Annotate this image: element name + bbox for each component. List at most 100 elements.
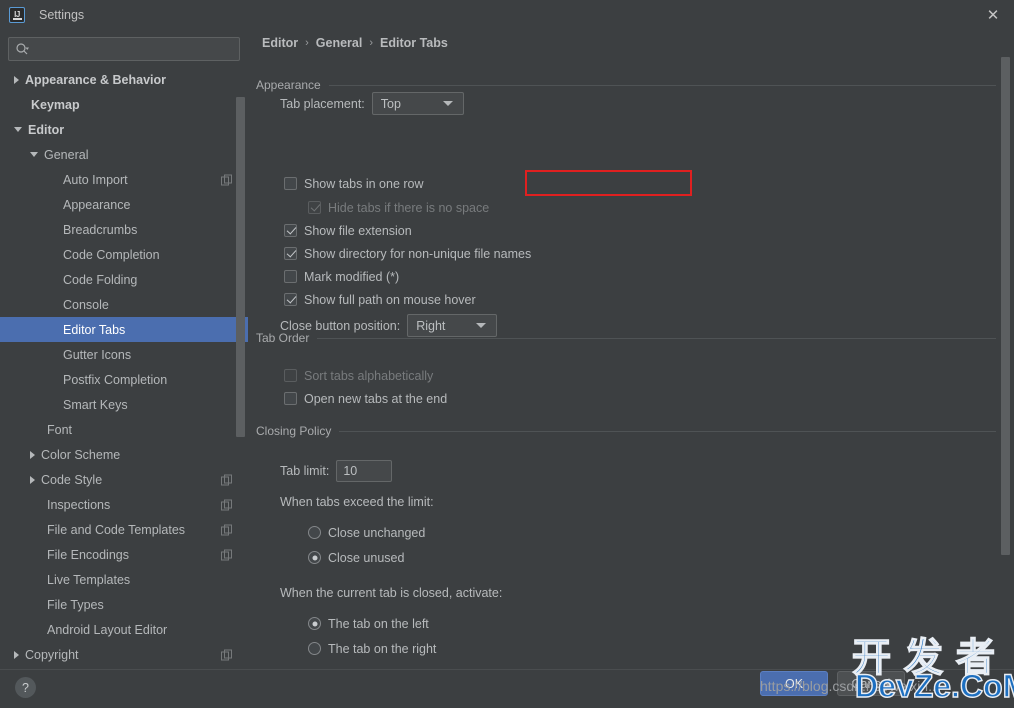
show-file-extension-row[interactable]: Show file extension — [284, 219, 412, 242]
tab-placement-label: Tab placement: — [280, 96, 365, 111]
sidebar-item-label: File Types — [47, 597, 104, 612]
sidebar-item-android-layout-editor[interactable]: Android Layout Editor — [0, 617, 248, 642]
close-icon[interactable]: ✕ — [984, 6, 1002, 24]
breadcrumb-part[interactable]: Editor Tabs — [380, 36, 448, 50]
sidebar-item-console[interactable]: Console — [0, 292, 248, 317]
tab-on-left-row[interactable]: The tab on the left — [308, 612, 429, 635]
close-unused-row[interactable]: Close unused — [308, 546, 404, 569]
sidebar-item-label: Appearance — [63, 197, 131, 212]
sidebar-item-appearance-behavior[interactable]: Appearance & Behavior — [0, 67, 248, 92]
copy-settings-icon[interactable] — [221, 499, 232, 510]
sidebar-item-label: Keymap — [31, 97, 80, 112]
group-divider — [328, 84, 996, 86]
chevron-right-icon[interactable] — [30, 450, 35, 459]
show-full-path-row[interactable]: Show full path on mouse hover — [284, 288, 476, 311]
tab-on-left-radio[interactable] — [308, 617, 321, 630]
copy-settings-icon[interactable] — [221, 174, 232, 185]
breadcrumb: Editor › General › Editor Tabs — [262, 36, 448, 50]
chevron-down-icon — [442, 101, 453, 106]
chevron-down-icon — [476, 323, 487, 328]
sidebar-item-editor-tabs[interactable]: Editor Tabs — [0, 317, 248, 342]
chevron-down-icon[interactable] — [30, 152, 38, 157]
breadcrumb-part[interactable]: Editor — [262, 36, 298, 50]
show-tabs-one-row-row[interactable]: Show tabs in one row — [284, 172, 424, 195]
sidebar-item-font[interactable]: Font — [0, 417, 248, 442]
sort-tabs-alphabetically-label: Sort tabs alphabetically — [304, 368, 434, 383]
sidebar-item-appearance[interactable]: Appearance — [0, 192, 248, 217]
sidebar-item-smart-keys[interactable]: Smart Keys — [0, 392, 248, 417]
show-tabs-one-row-checkbox[interactable] — [284, 177, 297, 190]
mark-modified-checkbox[interactable] — [284, 270, 297, 283]
tab-placement-select[interactable]: Top — [371, 92, 464, 115]
show-full-path-checkbox[interactable] — [284, 293, 297, 306]
sidebar-item-label: Code Completion — [63, 247, 160, 262]
ok-button[interactable]: OK — [760, 671, 828, 696]
show-full-path-label: Show full path on mouse hover — [304, 292, 476, 307]
closing-policy-group: Closing Policy — [256, 424, 996, 438]
tab-on-right-radio[interactable] — [308, 642, 321, 655]
help-button[interactable]: ? — [15, 677, 36, 698]
sidebar-item-auto-import[interactable]: Auto Import — [0, 167, 248, 192]
sidebar-item-label: Inspections — [47, 497, 111, 512]
close-unchanged-radio[interactable] — [308, 526, 321, 539]
open-new-tabs-end-row[interactable]: Open new tabs at the end — [284, 387, 447, 410]
chevron-right-icon[interactable] — [30, 475, 35, 484]
copy-settings-icon[interactable] — [221, 524, 232, 535]
window-title: Settings — [39, 7, 85, 22]
sidebar-item-editor[interactable]: Editor — [0, 117, 248, 142]
settings-sidebar: Appearance & Behavior Keymap Editor General… — [0, 29, 248, 669]
sidebar-item-postfix-completion[interactable]: Postfix Completion — [0, 367, 248, 392]
content-scrollbar-thumb[interactable] — [1001, 57, 1010, 555]
sidebar-item-file-and-code-templates[interactable]: File and Code Templates — [0, 517, 248, 542]
open-new-tabs-end-checkbox[interactable] — [284, 392, 297, 405]
sidebar-scrollbar-thumb[interactable] — [236, 97, 245, 437]
show-directory-row[interactable]: Show directory for non-unique file names — [284, 242, 531, 265]
tab-on-right-row[interactable]: The tab on the right — [308, 637, 436, 660]
tab-closed-heading: When the current tab is closed, activate… — [280, 586, 503, 600]
breadcrumb-separator: › — [369, 37, 374, 49]
sidebar-item-label: Auto Import — [63, 172, 128, 187]
sidebar-item-inspections[interactable]: Inspections — [0, 492, 248, 517]
sidebar-item-file-types[interactable]: File Types — [0, 592, 248, 617]
tab-limit-row: Tab limit: — [280, 459, 393, 482]
chevron-right-icon[interactable] — [14, 75, 19, 84]
sidebar-item-label: Editor Tabs — [63, 322, 126, 337]
show-directory-label: Show directory for non-unique file names — [304, 246, 532, 261]
close-unchanged-row[interactable]: Close unchanged — [308, 521, 425, 544]
chevron-down-icon[interactable] — [14, 127, 22, 132]
sidebar-item-code-completion[interactable]: Code Completion — [0, 242, 248, 267]
search-input[interactable] — [33, 42, 233, 56]
sidebar-item-file-encodings[interactable]: File Encodings — [0, 542, 248, 567]
settings-tree[interactable]: Appearance & Behavior Keymap Editor General… — [0, 67, 248, 669]
sidebar-item-breadcrumbs[interactable]: Breadcrumbs — [0, 217, 248, 242]
mark-modified-row[interactable]: Mark modified (*) — [284, 265, 399, 288]
sidebar-item-general[interactable]: General — [0, 142, 248, 167]
show-file-extension-checkbox[interactable] — [284, 224, 297, 237]
sidebar-item-code-style[interactable]: Code Style — [0, 467, 248, 492]
sidebar-item-label: Editor — [28, 122, 65, 137]
copy-settings-icon[interactable] — [221, 474, 232, 485]
breadcrumb-separator: › — [305, 37, 309, 49]
sidebar-item-live-templates[interactable]: Live Templates — [0, 567, 248, 592]
search-box[interactable] — [8, 37, 240, 61]
hide-tabs-no-space-row: Hide tabs if there is no space — [308, 196, 489, 219]
copy-settings-icon[interactable] — [221, 649, 232, 660]
chevron-right-icon[interactable] — [14, 650, 19, 659]
show-directory-checkbox[interactable] — [284, 247, 297, 260]
sidebar-item-keymap[interactable]: Keymap — [0, 92, 248, 117]
breadcrumb-part[interactable]: General — [316, 36, 363, 50]
sidebar-item-gutter-icons[interactable]: Gutter Icons — [0, 342, 248, 367]
appearance-group: Appearance — [256, 78, 996, 92]
content-scrollbar-track[interactable] — [1001, 57, 1010, 583]
sidebar-item-copyright[interactable]: Copyright — [0, 642, 248, 667]
intellij-logo-icon: IJ — [9, 6, 25, 23]
close-unused-radio[interactable] — [308, 551, 321, 564]
sidebar-item-code-folding[interactable]: Code Folding — [0, 267, 248, 292]
sidebar-item-color-scheme[interactable]: Color Scheme — [0, 442, 248, 467]
sidebar-item-label: Font — [47, 422, 73, 437]
sidebar-scrollbar-track[interactable] — [236, 97, 245, 437]
settings-dialog: IJ Settings ✕ Appearance & Behavior Keyma… — [0, 0, 1014, 708]
copy-settings-icon[interactable] — [221, 549, 232, 560]
tab-limit-input[interactable] — [336, 459, 393, 482]
cancel-button[interactable]: Cancel — [837, 671, 905, 696]
